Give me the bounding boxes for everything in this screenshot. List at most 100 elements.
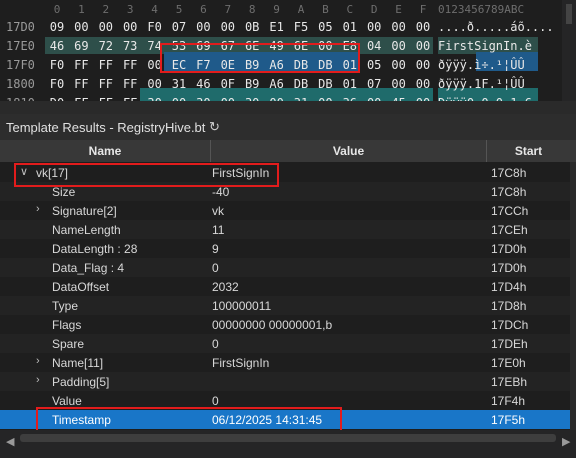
hex-byte[interactable]: FF [95,77,117,91]
hex-byte[interactable]: 69 [70,39,92,53]
hex-byte[interactable]: FF [95,58,117,72]
chevron-right-icon[interactable]: › [36,374,40,386]
hex-byte[interactable]: 00 [95,20,117,34]
hex-scrollbar-thumb[interactable] [566,4,572,24]
chevron-right-icon[interactable]: › [36,355,40,367]
panel-title: Template Results - RegistryHive.bt [6,120,206,135]
scroll-left-icon[interactable]: ◀ [6,435,14,448]
horizontal-scrollbar-thumb[interactable] [20,434,556,442]
hex-ascii[interactable]: ðÿÿÿ.ì÷.¹¦ÛÛ [438,58,525,72]
hex-byte[interactable]: A6 [266,77,288,91]
hex-column-label: C [346,3,354,16]
hex-column-label: 1 [78,3,85,16]
tree-row[interactable]: Spare 0 17DEh [0,334,570,353]
hex-byte[interactable]: 72 [95,39,117,53]
hex-byte[interactable]: 00 [388,20,410,34]
tree-row-name: Data_Flag : 4 [52,261,125,275]
tree-row[interactable]: › Signature[2] vk 17CCh [0,201,570,220]
tree-row-name: DataOffset [52,280,110,294]
tree-row-value: 0 [212,261,219,275]
hex-byte[interactable]: F0 [46,58,68,72]
ascii-column-header: 0123456789ABC [438,3,525,16]
tree-row[interactable]: Data_Flag : 4 0 17D0h [0,258,570,277]
template-results-tree[interactable]: ∨ vk[17] FirstSignIn 17C8h Size -40 17C8h › Sign… [0,162,576,430]
tree-row-value: -40 [212,185,230,199]
results-scrollbar[interactable] [570,162,576,430]
hex-byte[interactable]: 00 [388,39,410,53]
tree-row[interactable]: NameLength 11 17CEh [0,220,570,239]
hex-byte[interactable]: 46 [46,39,68,53]
hex-row[interactable]: 1800 F0 FF FF FF 00 31 46 0F B9 A6 DB DB 01 07 00 00 ðÿÿÿ… [0,75,576,94]
hex-editor[interactable]: 0123456789ABC 0123456789ABCDEF 17D0 09 00 0… [0,0,576,101]
refresh-icon[interactable]: ↻ [209,119,220,135]
hex-byte[interactable]: 09 [46,20,68,34]
hex-column-label: A [297,3,305,16]
hex-byte[interactable]: 07 [363,77,385,91]
column-start-header[interactable]: Start [487,140,570,162]
hex-row[interactable]: 17D0 09 00 00 00 F0 07 00 00 0B E1 F5 05 01 00 00 00....… [0,18,576,37]
hex-byte[interactable]: 00 [217,20,239,34]
hex-byte[interactable]: 05 [363,58,385,72]
scroll-right-icon[interactable]: ▶ [562,435,570,448]
hex-byte[interactable]: 00 [412,77,434,91]
hex-byte[interactable]: 00 [192,20,214,34]
hex-byte[interactable]: 0F [217,77,239,91]
hex-byte[interactable]: 00 [388,58,410,72]
hex-byte[interactable]: E1 [266,20,288,34]
tree-row-start: 17C8h [491,166,527,180]
hex-byte[interactable]: 00 [70,20,92,34]
hex-byte[interactable]: 00 [363,20,385,34]
hex-byte[interactable]: 05 [314,20,336,34]
hex-byte[interactable]: F0 [144,20,166,34]
hex-byte[interactable]: FF [70,77,92,91]
hex-byte[interactable]: 04 [363,39,385,53]
hex-byte[interactable]: FF [119,77,141,91]
tree-row[interactable]: DataOffset 2032 17D4h [0,277,570,296]
column-name-header[interactable]: Name [0,140,210,162]
hex-ascii[interactable]: FirstSignIn.è [438,39,532,53]
hex-row[interactable]: 1810D0FFFFFF300030003000310036004500Ðÿÿÿ… [0,94,576,101]
hex-byte[interactable]: 00 [144,77,166,91]
column-value-header[interactable]: Value [211,140,486,162]
hex-byte[interactable]: 00 [119,20,141,34]
tree-row[interactable]: › Name[11] FirstSignIn 17E0h [0,353,570,372]
tree-row-start: 17D4h [491,280,527,294]
hex-byte[interactable]: 00 [388,77,410,91]
hex-byte[interactable]: 00 [412,39,434,53]
hex-byte[interactable]: 0B [241,20,263,34]
hex-byte[interactable]: DB [290,77,312,91]
tree-row-start: 17F5h [491,413,526,427]
tree-row-value: FirstSignIn [212,356,270,370]
tree-row[interactable]: Type 100000011 17D8h [0,296,570,315]
hex-byte[interactable]: 00 [412,20,434,34]
tree-row-start: 17F4h [491,394,526,408]
hex-byte[interactable]: FF [70,58,92,72]
tree-row-start: 17D0h [491,242,527,256]
hex-ascii[interactable]: ....ð.....áõ.... [438,20,554,34]
hex-byte[interactable]: 73 [119,39,141,53]
hex-column-label: 6 [200,3,207,16]
hex-byte[interactable]: 00 [412,58,434,72]
horizontal-scrollbar[interactable]: ◀ ▶ [0,430,576,458]
panel-divider[interactable] [0,101,576,114]
template-results-title-bar: Template Results - RegistryHive.bt ↻ [0,114,576,140]
tree-row[interactable]: Flags 00000000 00000001,b 17DCh [0,315,570,334]
chevron-right-icon[interactable]: › [36,203,40,215]
hex-byte[interactable]: F0 [46,77,68,91]
hex-byte[interactable]: 46 [192,77,214,91]
hex-byte[interactable]: F5 [290,20,312,34]
hex-ascii[interactable]: ðÿÿÿ.1F.¹¦ÛÛ [438,77,525,91]
hex-byte[interactable]: 01 [339,20,361,34]
hex-byte[interactable]: DB [314,77,336,91]
tree-row-name: Signature[2] [52,204,117,218]
hex-byte[interactable]: 01 [339,77,361,91]
tree-row-name: Value [52,394,82,408]
hex-byte[interactable]: 31 [168,77,190,91]
hex-byte[interactable]: 07 [168,20,190,34]
hex-byte[interactable]: B9 [241,77,263,91]
tree-row[interactable]: › Padding[5] 17EBh [0,372,570,391]
tree-row[interactable]: DataLength : 28 9 17D0h [0,239,570,258]
hex-byte[interactable]: FF [119,58,141,72]
hex-column-header: 0123456789ABC 0123456789ABCDEF [0,0,576,18]
tree-row-start: 17D8h [491,299,527,313]
